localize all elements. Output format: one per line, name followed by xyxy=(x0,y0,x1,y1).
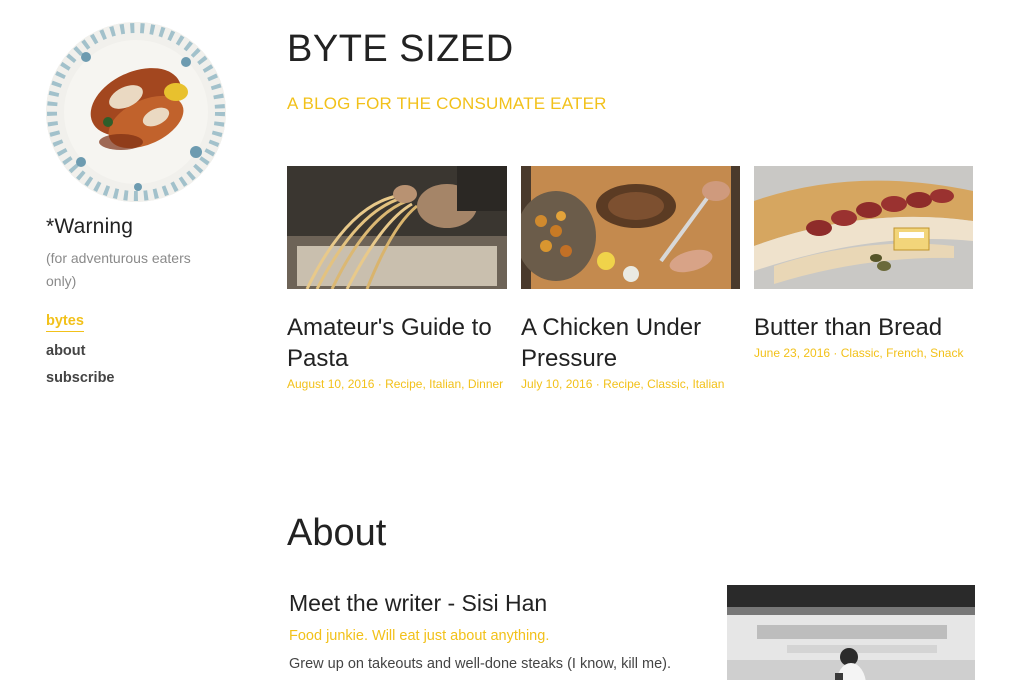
page: *Warning (for adventurous eaters only) b… xyxy=(0,0,1019,680)
post-card: Amateur's Guide to Pasta August 10, 2016… xyxy=(287,166,507,391)
writer-name: Meet the writer - Sisi Han xyxy=(289,590,548,616)
nav-link-subscribe[interactable]: subscribe xyxy=(46,365,115,392)
writer-photo-image xyxy=(727,585,975,680)
baguette-salami-photo xyxy=(754,166,973,289)
nav-link-bytes[interactable]: bytes xyxy=(46,311,84,332)
post-thumbnail[interactable] xyxy=(287,166,507,289)
sidebar-title: *Warning xyxy=(46,215,134,238)
post-tag[interactable]: French xyxy=(886,346,923,360)
post-tag[interactable]: Italian xyxy=(429,377,461,391)
writer-bio: Grew up on takeouts and well-done steaks… xyxy=(289,656,672,672)
post-tag[interactable]: Recipe xyxy=(603,377,640,391)
post-tag[interactable]: Snack xyxy=(930,346,963,360)
post-meta: August 10, 2016 · Recipe, Italian, Dinne… xyxy=(287,377,504,391)
post-title[interactable]: Butter than Bread xyxy=(754,312,973,343)
about-section: About Meet the writer - Sisi Han Food ju… xyxy=(287,510,987,680)
post-tag[interactable]: Classic xyxy=(841,346,880,360)
sidebar-nav: bytes about subscribe xyxy=(46,311,246,392)
post-tag[interactable]: Dinner xyxy=(468,377,503,391)
post-card: Butter than Bread June 23, 2016 · Classi… xyxy=(754,166,973,360)
post-meta: June 23, 2016 · Classic, French, Snack xyxy=(754,346,964,360)
sidebar-subtitle: (for adventurous eaters only) xyxy=(46,250,191,289)
writer-photo xyxy=(727,585,975,680)
post-thumbnail[interactable] xyxy=(754,166,973,289)
carving-board-photo xyxy=(521,166,740,289)
avatar xyxy=(46,22,226,202)
meta-separator: · xyxy=(592,377,604,391)
sidebar: *Warning (for adventurous eaters only) b… xyxy=(46,22,246,392)
post-date: June 23, 2016 xyxy=(754,346,831,360)
nav-link-about[interactable]: about xyxy=(46,338,85,365)
post-title[interactable]: A Chicken Under Pressure xyxy=(521,312,740,374)
meta-separator: · xyxy=(374,377,386,391)
site-header: BYTE SIZED A BLOG FOR THE CONSUMATE EATE… xyxy=(287,26,987,114)
avatar-food-plate-image xyxy=(46,22,226,202)
post-date: August 10, 2016 xyxy=(287,377,375,391)
pasta-making-photo xyxy=(287,166,507,289)
post-meta: July 10, 2016 · Recipe, Classic, Italian xyxy=(521,377,725,391)
meta-separator: · xyxy=(830,346,841,360)
post-thumbnail[interactable] xyxy=(521,166,740,289)
post-title[interactable]: Amateur's Guide to Pasta xyxy=(287,312,507,374)
post-tag[interactable]: Italian xyxy=(692,377,724,391)
post-tag[interactable]: Recipe xyxy=(385,377,422,391)
post-tag[interactable]: Classic xyxy=(647,377,686,391)
post-card: A Chicken Under Pressure July 10, 2016 ·… xyxy=(521,166,740,391)
site-title[interactable]: BYTE SIZED xyxy=(287,26,987,72)
site-tagline: A BLOG FOR THE CONSUMATE EATER xyxy=(287,94,607,113)
post-date: July 10, 2016 xyxy=(521,377,593,391)
writer-tagline: Food junkie. Will eat just about anythin… xyxy=(289,628,550,644)
about-heading: About xyxy=(287,512,387,554)
